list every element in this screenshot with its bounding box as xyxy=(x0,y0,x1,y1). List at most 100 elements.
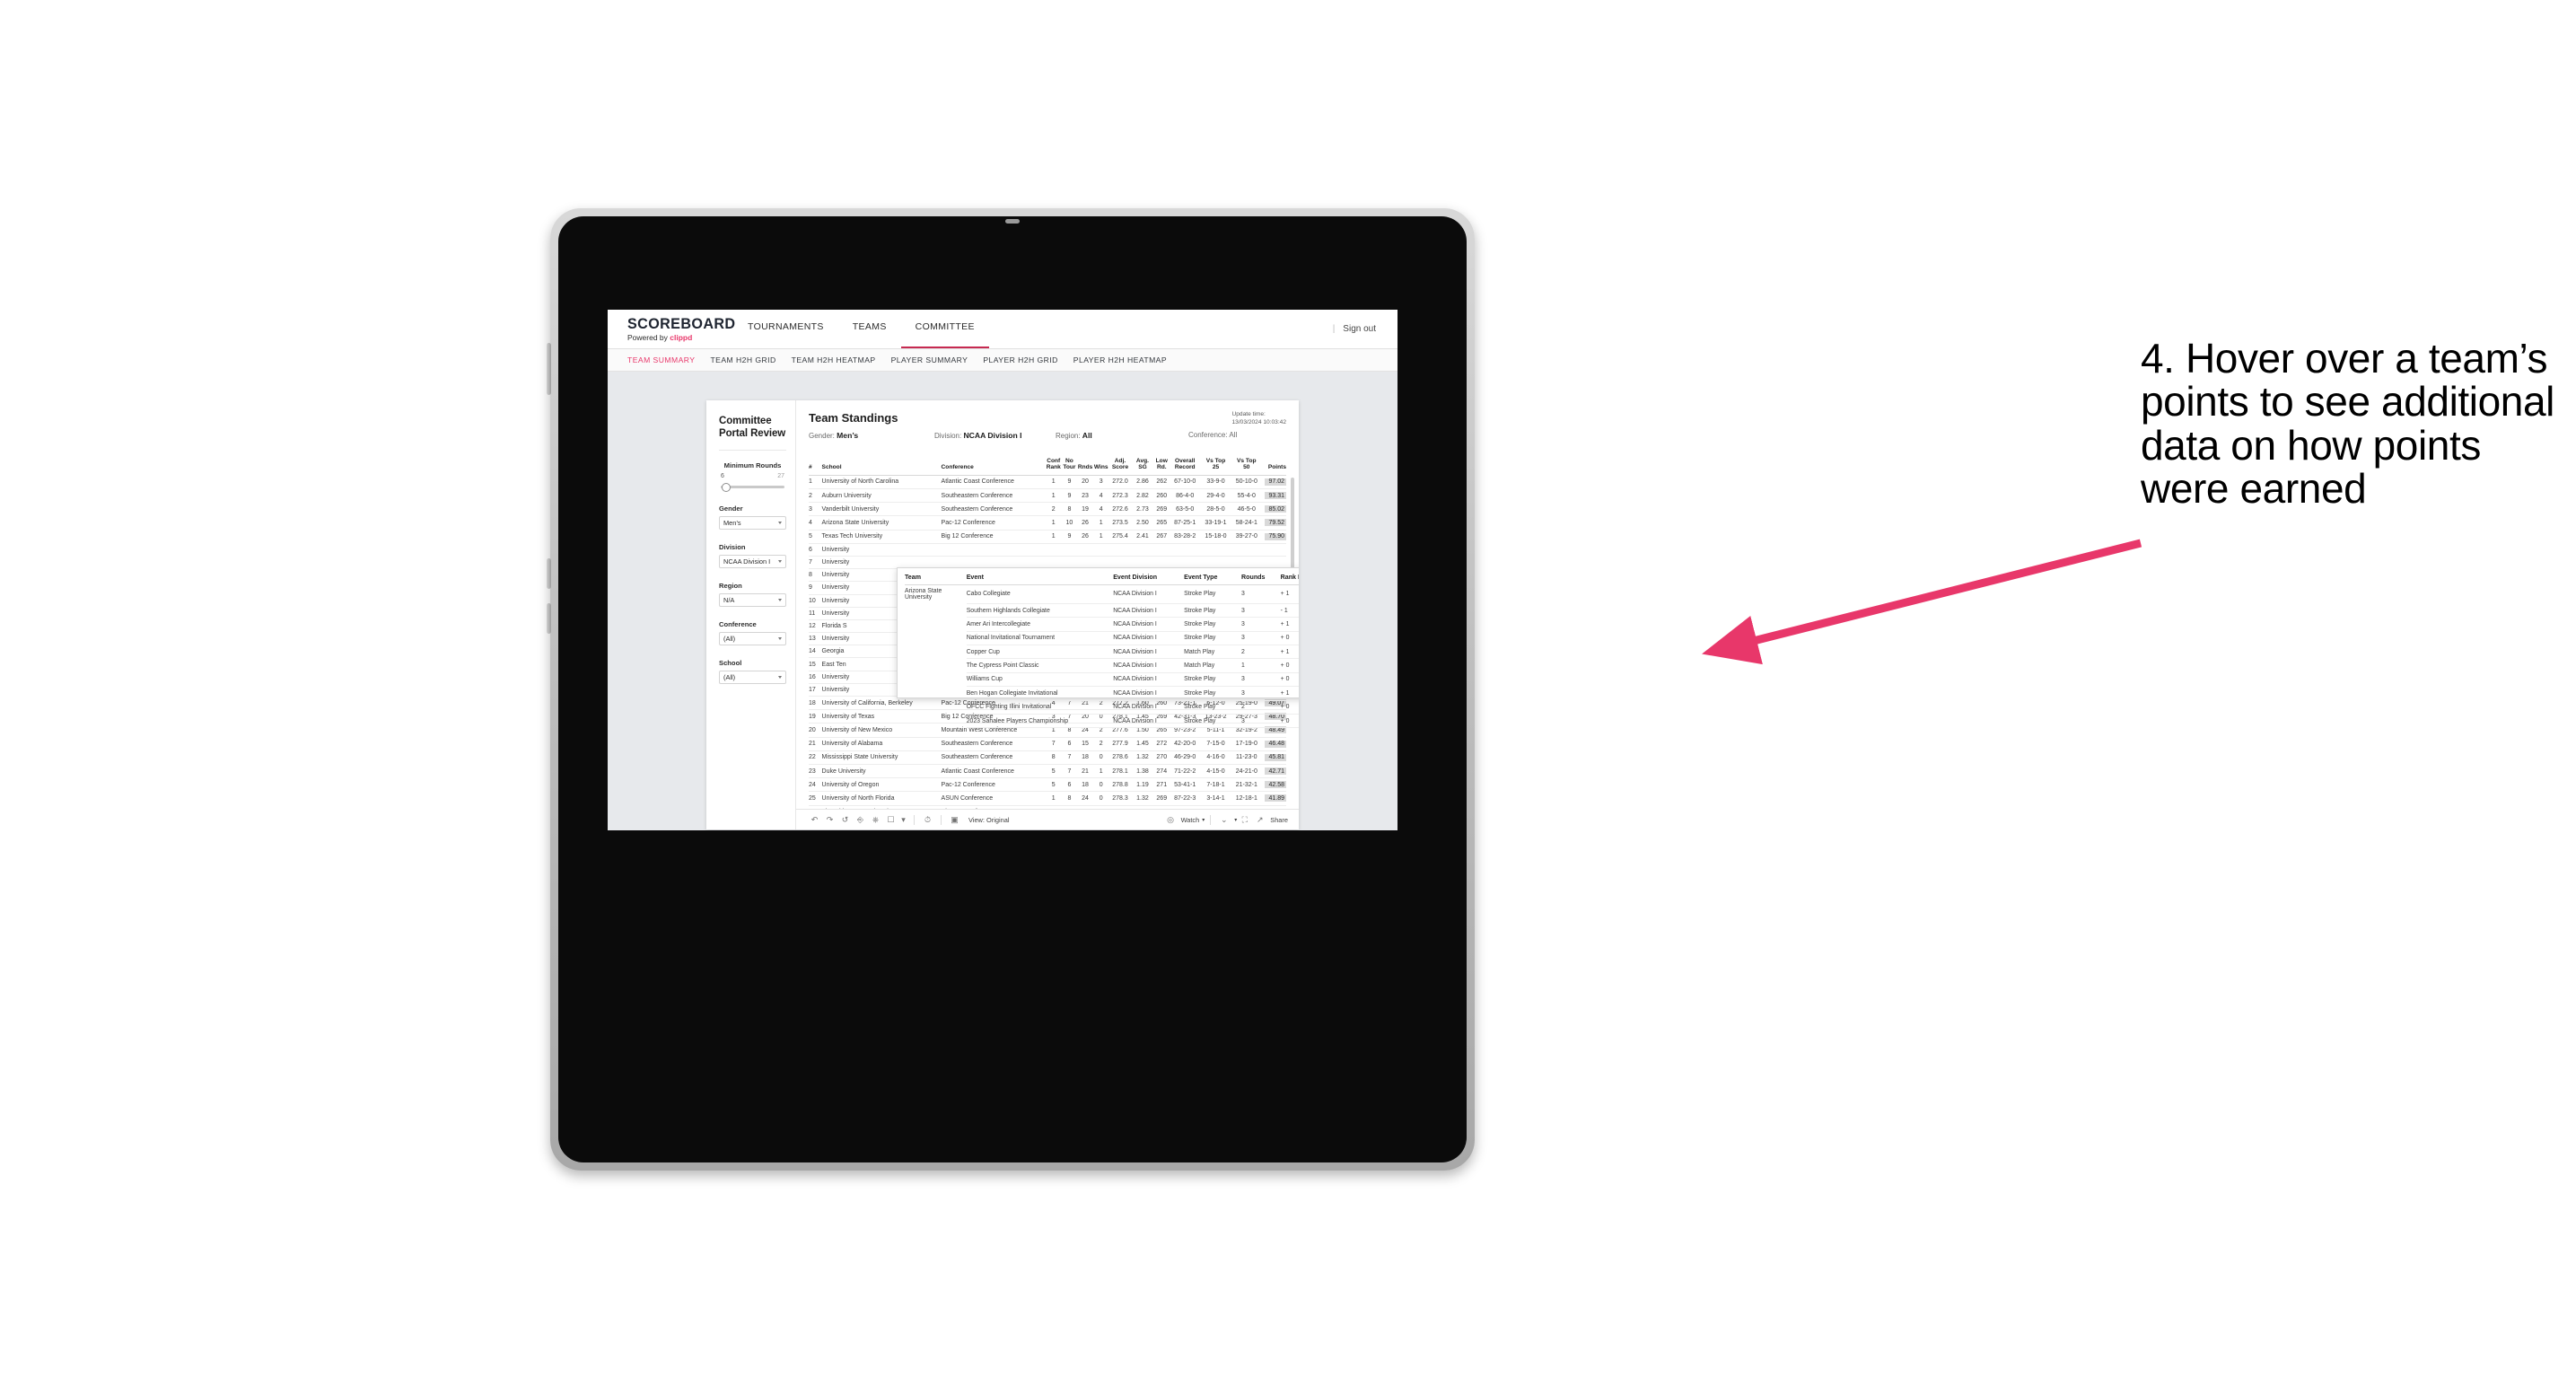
col-conference[interactable]: Conference xyxy=(941,458,1046,476)
fullscreen-button[interactable]: ⛶ xyxy=(1237,815,1252,825)
brand-logo[interactable]: SCOREBOARD Powered by clippd xyxy=(608,315,735,343)
sub-tab-team-h2h-grid[interactable]: TEAM H2H GRID xyxy=(710,355,791,364)
cell-t50: 21-32-1 xyxy=(1231,777,1262,793)
region-select[interactable]: N/A xyxy=(719,593,786,607)
table-row[interactable]: 22 Mississippi State University Southeaste… xyxy=(809,750,1286,765)
highlight-icon[interactable]: ☐ xyxy=(883,815,898,825)
cell-t50: 46-5-0 xyxy=(1231,502,1262,517)
cell-crank: 5 xyxy=(1045,777,1062,793)
col-rank[interactable]: # xyxy=(809,458,822,476)
filter-division: Division NCAA Division I xyxy=(719,543,786,568)
meta-gender-label: Gender: xyxy=(809,432,837,440)
col-vs-top-25[interactable]: Vs Top 25 xyxy=(1200,458,1231,476)
nav-tab-teams[interactable]: TEAMS xyxy=(838,310,901,348)
cell-rec: 46-29-0 xyxy=(1170,750,1201,765)
cell-conf: Southeastern Conference xyxy=(941,502,1046,517)
tooltip-col-event-type: Event Type xyxy=(1184,574,1242,585)
tooltip-table-head: Team Event Event Division Event Type Rou… xyxy=(905,574,1299,585)
refresh-data-icon[interactable]: ⎆ xyxy=(853,815,868,825)
download-button[interactable]: ⌄ ▾ xyxy=(1216,815,1237,825)
standings-header-row: # School Conference Conf Rank No Tour Rnds… xyxy=(809,458,1286,476)
standings-title: Team Standings xyxy=(809,411,898,425)
cell-pts: 79.52 xyxy=(1261,515,1286,531)
cell-school: Arizona State University xyxy=(821,515,942,531)
sub-tab-team-summary[interactable]: TEAM SUMMARY xyxy=(627,355,710,364)
pause-auto-updates-icon[interactable]: ⎈ xyxy=(868,815,883,825)
sign-out-link[interactable]: Sign out xyxy=(1343,324,1376,334)
col-low-rd[interactable]: Low Rd. xyxy=(1153,458,1170,476)
points-value[interactable]: 46.48 xyxy=(1265,740,1286,748)
col-rnds[interactable]: Rnds xyxy=(1077,458,1093,476)
conference-select[interactable]: (All) xyxy=(719,632,786,645)
cell-low xyxy=(1153,543,1170,557)
nav-tab-committee[interactable]: COMMITTEE xyxy=(900,310,989,348)
table-row[interactable]: 21 University of Alabama Southeastern Conf… xyxy=(809,737,1286,751)
chevron-down-icon[interactable]: ▾ xyxy=(898,815,908,825)
points-value[interactable]: 97.02 xyxy=(1265,478,1286,486)
points-value[interactable]: 75.90 xyxy=(1265,532,1286,540)
col-school[interactable]: School xyxy=(821,458,942,476)
col-avg-sg[interactable]: Avg. SG xyxy=(1131,458,1154,476)
tooltip-cell-div: NCAA Division I xyxy=(1113,603,1185,618)
cell-adj: 272.3 xyxy=(1108,488,1132,504)
table-row[interactable]: 24 University of Oregon Pac-12 Conference 5… xyxy=(809,777,1286,793)
table-row[interactable]: 25 University of North Florida ASUN Confer… xyxy=(809,791,1286,806)
table-row[interactable]: 3 Vanderbilt University Southeastern Confe… xyxy=(809,502,1286,517)
cell-sg: 2.82 xyxy=(1131,488,1154,504)
undo-icon[interactable]: ↶ xyxy=(807,815,822,825)
watch-button[interactable]: ◎ Watch ▾ xyxy=(1163,815,1205,825)
table-row[interactable]: 2 Auburn University Southeastern Conferenc… xyxy=(809,488,1286,504)
sign-out-area[interactable]: | Sign out xyxy=(1333,310,1376,348)
table-row[interactable]: 5 Texas Tech University Big 12 Conference 1… xyxy=(809,530,1286,544)
gender-select[interactable]: Men’s xyxy=(719,516,786,530)
cell-wins: 0 xyxy=(1092,777,1109,793)
tooltip-col-rank-impact: Rank Impact xyxy=(1280,574,1299,585)
share-button[interactable]: ↗ Share xyxy=(1252,815,1288,825)
division-select[interactable]: NCAA Division I xyxy=(719,555,786,568)
revert-icon[interactable]: ↺ xyxy=(837,815,853,825)
tooltip-cell-team xyxy=(905,645,967,659)
points-value[interactable]: 42.71 xyxy=(1265,768,1286,776)
watch-icon: ◎ xyxy=(1167,814,1174,824)
cell-n: 14 xyxy=(809,645,822,659)
redo-icon[interactable]: ↷ xyxy=(822,815,837,825)
col-no-tour[interactable]: No Tour xyxy=(1061,458,1078,476)
col-adj-score[interactable]: Adj. Score xyxy=(1108,458,1132,476)
minimum-rounds-slider[interactable]: 6 27 xyxy=(721,473,784,492)
cell-n: 1 xyxy=(809,475,822,490)
nav-tab-tournaments[interactable]: TOURNAMENTS xyxy=(733,310,838,348)
col-vs-top-50[interactable]: Vs Top 50 xyxy=(1231,458,1262,476)
points-value[interactable]: 85.02 xyxy=(1265,505,1286,513)
table-row[interactable]: 6 University xyxy=(809,543,1286,557)
points-value[interactable]: 41.89 xyxy=(1265,794,1286,803)
sub-tab-player-h2h-grid[interactable]: PLAYER H2H GRID xyxy=(983,355,1073,364)
clock-icon[interactable]: ⏱ xyxy=(920,815,935,825)
view-label: View: Original xyxy=(968,815,1010,824)
sub-tab-player-summary[interactable]: PLAYER SUMMARY xyxy=(891,355,984,364)
slider-track[interactable] xyxy=(721,482,784,492)
sub-tab-player-h2h-heatmap[interactable]: PLAYER H2H HEATMAP xyxy=(1073,355,1182,364)
col-overall-record[interactable]: Overall Record xyxy=(1170,458,1201,476)
points-value[interactable]: 79.52 xyxy=(1265,519,1286,527)
col-wins[interactable]: Wins xyxy=(1092,458,1109,476)
col-points[interactable]: Points xyxy=(1261,458,1286,476)
cell-n: 10 xyxy=(809,594,822,608)
cell-wins: 1 xyxy=(1092,530,1109,544)
points-value[interactable]: 42.58 xyxy=(1265,781,1286,789)
school-select[interactable]: (All) xyxy=(719,671,786,684)
col-conf-rank[interactable]: Conf Rank xyxy=(1045,458,1062,476)
view-original-button[interactable]: ▣ View: Original xyxy=(947,815,1009,825)
tooltip-cell-event: 2023 Sahalee Players Championship xyxy=(966,714,1114,729)
tooltip-row: Copper CupNCAA Division IMatch Play2+ 14… xyxy=(905,645,1299,660)
cell-t25: 3-14-1 xyxy=(1200,791,1231,806)
table-row[interactable]: 1 University of North Carolina Atlantic Co… xyxy=(809,475,1286,490)
cell-sg: 1.38 xyxy=(1131,764,1154,779)
points-value[interactable]: 45.81 xyxy=(1265,753,1286,761)
sub-tab-team-h2h-heatmap[interactable]: TEAM H2H HEATMAP xyxy=(792,355,891,364)
points-value[interactable]: 93.31 xyxy=(1265,492,1286,500)
table-row[interactable]: 23 Duke University Atlantic Coast Conferen… xyxy=(809,764,1286,779)
table-row[interactable]: 4 Arizona State University Pac-12 Conferen… xyxy=(809,515,1286,531)
chevron-down-icon xyxy=(778,637,782,640)
divider xyxy=(914,814,915,825)
slider-handle[interactable] xyxy=(722,483,731,492)
